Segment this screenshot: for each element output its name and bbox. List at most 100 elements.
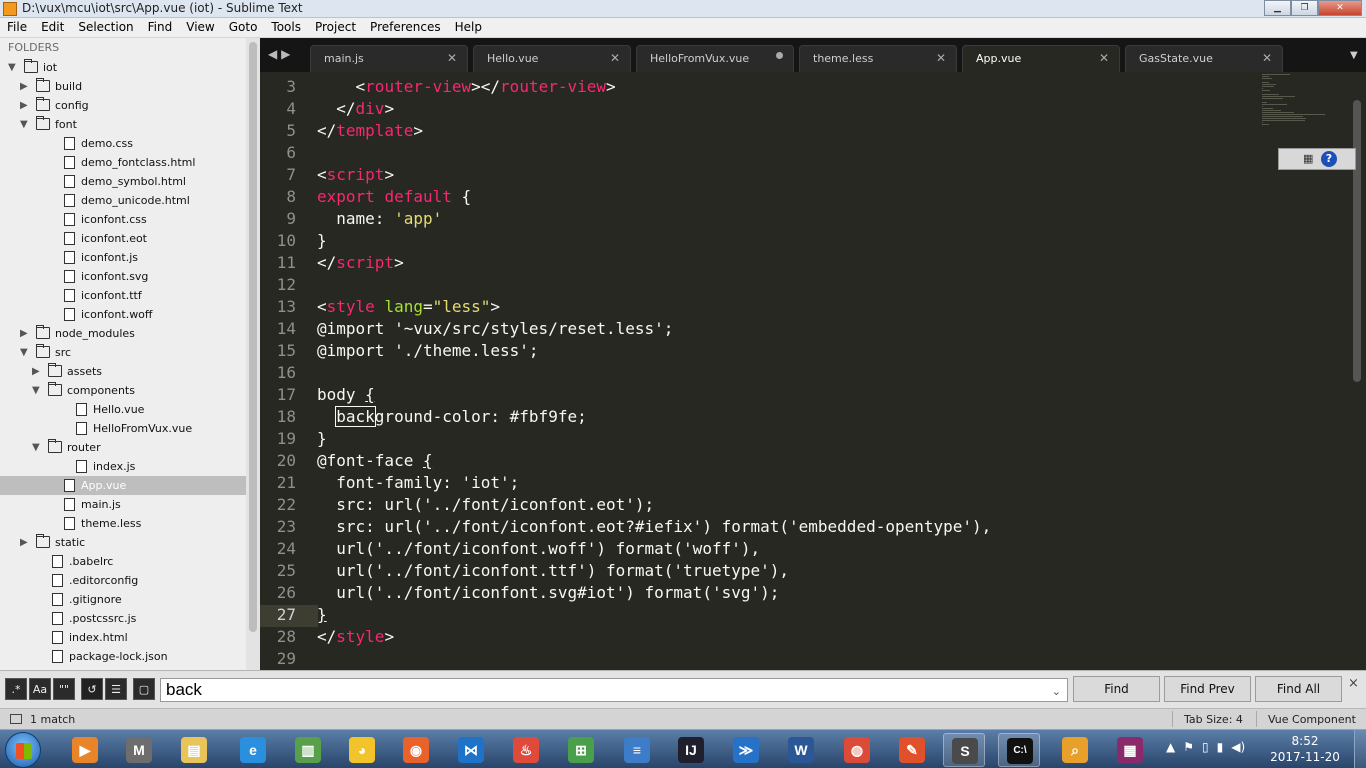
taskbar-winrar[interactable]: ▦ bbox=[1109, 733, 1151, 767]
whole-word-toggle[interactable]: "" bbox=[53, 678, 75, 700]
tree-folder[interactable]: ▶ config bbox=[0, 96, 246, 115]
menu-edit[interactable]: Edit bbox=[34, 18, 71, 38]
code-line[interactable]: <style lang="less"> bbox=[317, 296, 500, 318]
tab-close-icon[interactable]: ✕ bbox=[447, 51, 457, 65]
taskbar-mcu-tool[interactable]: M bbox=[118, 733, 160, 767]
code-editor[interactable]: 3 4 5 6 7 8 9 10 11 12 13 14 15 16 17 18 19 20 21 22 23 24 25 2… bbox=[260, 72, 1366, 670]
menu-view[interactable]: View bbox=[179, 18, 221, 38]
highlight-matches-toggle[interactable]: ▢ bbox=[133, 678, 155, 700]
expanded-arrow-icon[interactable]: ▼ bbox=[32, 438, 44, 457]
tree-file[interactable]: main.js bbox=[0, 495, 246, 514]
tree-file[interactable]: demo_symbol.html bbox=[0, 172, 246, 191]
maximize-button[interactable]: ❐ bbox=[1291, 0, 1318, 16]
tab-hello-vue[interactable]: Hello.vue ✕ bbox=[473, 45, 631, 72]
tree-file[interactable]: .gitignore bbox=[0, 590, 246, 609]
code-line[interactable]: @font-face { bbox=[317, 450, 433, 472]
tab-next-icon[interactable]: ▶ bbox=[281, 47, 290, 61]
tab-hellofromvux-vue[interactable]: HelloFromVux.vue bbox=[636, 45, 794, 72]
taskbar-media-player[interactable]: ▶ bbox=[64, 733, 106, 767]
tree-file[interactable]: index.js bbox=[0, 457, 246, 476]
tree-file[interactable]: package-lock.json bbox=[0, 647, 246, 666]
tree-file[interactable]: .editorconfig bbox=[0, 571, 246, 590]
start-button[interactable] bbox=[5, 732, 41, 768]
menu-project[interactable]: Project bbox=[308, 18, 363, 38]
tab-gasstate-vue[interactable]: GasState.vue ✕ bbox=[1125, 45, 1283, 72]
taskbar-sublime-text[interactable]: S bbox=[943, 733, 985, 767]
taskbar-visual-studio[interactable]: ⋈ bbox=[450, 733, 492, 767]
tree-file[interactable]: iconfont.js bbox=[0, 248, 246, 267]
taskbar-word[interactable]: W bbox=[780, 733, 822, 767]
tab-prev-icon[interactable]: ◀ bbox=[268, 47, 277, 61]
taskbar-editor-app[interactable]: ≡ bbox=[616, 733, 658, 767]
tree-file[interactable]: iconfont.svg bbox=[0, 267, 246, 286]
tree-file[interactable]: iconfont.eot bbox=[0, 229, 246, 248]
in-selection-toggle[interactable]: ☰ bbox=[105, 678, 127, 700]
case-sensitive-toggle[interactable]: Aa bbox=[29, 678, 51, 700]
menu-file[interactable]: File bbox=[0, 18, 34, 38]
find-prev-button[interactable]: Find Prev bbox=[1164, 676, 1251, 702]
collapsed-arrow-icon[interactable]: ▶ bbox=[20, 77, 32, 96]
action-center-icon[interactable]: ⚑ bbox=[1183, 740, 1194, 754]
tree-folder[interactable]: ▼ components bbox=[0, 381, 246, 400]
taskbar-intellij[interactable]: IJ bbox=[670, 733, 712, 767]
battery-icon[interactable]: ▯ bbox=[1202, 740, 1209, 754]
menu-goto[interactable]: Goto bbox=[222, 18, 265, 38]
collapsed-arrow-icon[interactable]: ▶ bbox=[20, 96, 32, 115]
tree-file[interactable]: iconfont.ttf bbox=[0, 286, 246, 305]
tree-file[interactable]: App.vue bbox=[0, 476, 246, 495]
expanded-arrow-icon[interactable]: ▼ bbox=[32, 381, 44, 400]
code-line[interactable]: } bbox=[317, 230, 327, 252]
taskbar-firefox[interactable]: ◉ bbox=[395, 733, 437, 767]
find-history-dropdown-icon[interactable]: ⌄ bbox=[1052, 681, 1061, 703]
minimize-button[interactable]: ▁ bbox=[1264, 0, 1291, 16]
taskbar-network-tool[interactable]: ⊞ bbox=[560, 733, 602, 767]
find-all-button[interactable]: Find All bbox=[1255, 676, 1342, 702]
code-line[interactable]: </script> bbox=[317, 252, 404, 274]
close-button[interactable]: ✕ bbox=[1318, 0, 1362, 16]
tree-file[interactable]: .babelrc bbox=[0, 552, 246, 571]
tree-file[interactable]: iconfont.css bbox=[0, 210, 246, 229]
code-line[interactable]: } bbox=[317, 604, 327, 626]
help-icon[interactable]: ? bbox=[1321, 151, 1337, 167]
expanded-arrow-icon[interactable]: ▼ bbox=[8, 58, 20, 77]
code-line[interactable]: </style> bbox=[317, 626, 394, 648]
status-syntax[interactable]: Vue Component bbox=[1268, 713, 1356, 726]
taskbar-qq[interactable]: ◕ bbox=[341, 733, 383, 767]
sidebar-scrollbar[interactable] bbox=[246, 38, 260, 670]
taskbar-file-explorer[interactable]: ▤ bbox=[173, 733, 215, 767]
tab-app-vue[interactable]: App.vue ✕ bbox=[962, 45, 1120, 72]
tree-folder[interactable]: ▼ router bbox=[0, 438, 246, 457]
editor-scrollbar[interactable] bbox=[1353, 100, 1361, 382]
tree-folder[interactable]: ▶ assets bbox=[0, 362, 246, 381]
menu-help[interactable]: Help bbox=[448, 18, 489, 38]
tree-file[interactable]: .postcssrc.js bbox=[0, 609, 246, 628]
taskbar-search-tool[interactable]: ⌕ bbox=[1054, 733, 1096, 767]
keyboard-icon[interactable]: ▦ bbox=[1303, 152, 1313, 165]
code-line[interactable]: url('../font/iconfont.ttf') format('true… bbox=[317, 560, 789, 582]
tree-file[interactable]: Hello.vue bbox=[0, 400, 246, 419]
menu-find[interactable]: Find bbox=[141, 18, 180, 38]
code-line[interactable]: </div> bbox=[317, 98, 394, 120]
tree-folder[interactable]: ▶ static bbox=[0, 533, 246, 552]
taskbar-swift-tool[interactable]: ♨ bbox=[505, 733, 547, 767]
taskbar-tool-app[interactable]: ✎ bbox=[891, 733, 933, 767]
tree-file[interactable]: demo.css bbox=[0, 134, 246, 153]
expanded-arrow-icon[interactable]: ▼ bbox=[20, 343, 32, 362]
code-line[interactable]: <script> bbox=[317, 164, 394, 186]
taskbar-chart-tool[interactable]: ▥ bbox=[287, 733, 329, 767]
code-line[interactable]: @import '~vux/src/styles/reset.less'; bbox=[317, 318, 673, 340]
expanded-arrow-icon[interactable]: ▼ bbox=[20, 115, 32, 134]
sidebar-scroll-thumb[interactable] bbox=[249, 42, 257, 632]
code-line[interactable]: font-family: 'iot'; bbox=[317, 472, 519, 494]
code-line[interactable]: src: url('../font/iconfont.eot?#iefix') … bbox=[317, 516, 991, 538]
code-line[interactable]: url('../font/iconfont.woff') format('wof… bbox=[317, 538, 760, 560]
find-input[interactable]: back ⌄ bbox=[160, 678, 1068, 702]
menu-tools[interactable]: Tools bbox=[264, 18, 308, 38]
tab-theme-less[interactable]: theme.less ✕ bbox=[799, 45, 957, 72]
code-line[interactable]: name: 'app' bbox=[317, 208, 442, 230]
tree-folder[interactable]: ▼ iot bbox=[0, 58, 246, 77]
tree-file[interactable]: demo_unicode.html bbox=[0, 191, 246, 210]
tree-folder[interactable]: ▼ font bbox=[0, 115, 246, 134]
tab-close-icon[interactable]: ✕ bbox=[936, 51, 946, 65]
code-line[interactable]: @import './theme.less'; bbox=[317, 340, 539, 362]
